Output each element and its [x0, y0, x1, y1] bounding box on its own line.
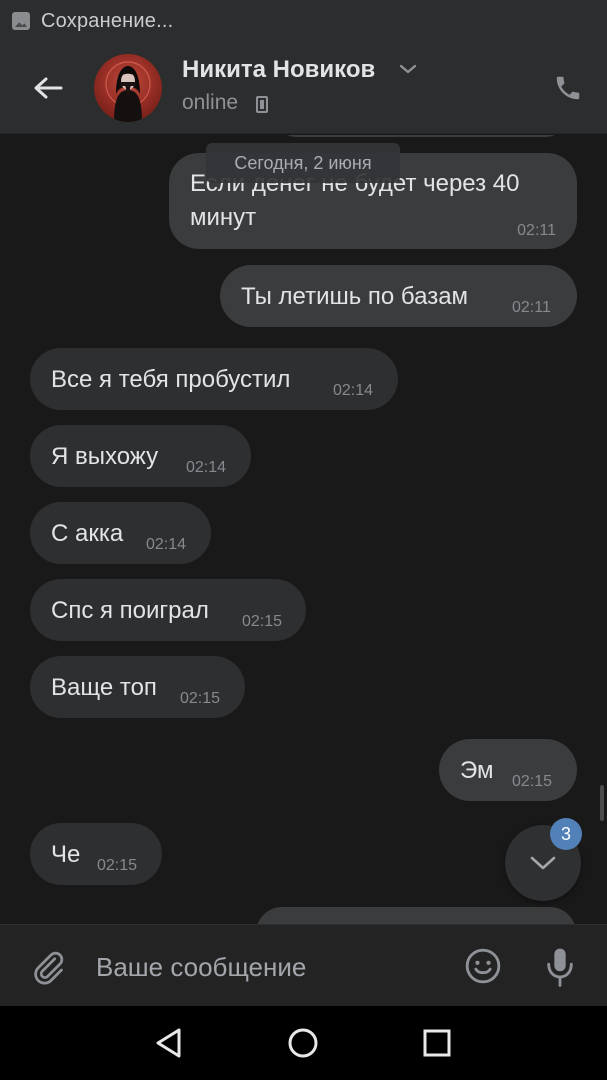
microphone-icon: [547, 948, 573, 987]
status-bar: Сохранение...: [0, 0, 607, 42]
smiley-icon: [465, 948, 501, 984]
message-bubble-incoming[interactable]: С акка 02:14: [30, 502, 211, 564]
message-text: Ты летишь по базам: [241, 283, 469, 310]
message-time: 02:15: [97, 857, 138, 874]
chevron-down-icon: [530, 856, 556, 870]
chat-header: Никита Новиков online: [0, 42, 607, 134]
call-button[interactable]: [548, 68, 588, 108]
message-bubble-incoming[interactable]: Ваще топ 02:15: [30, 656, 245, 718]
message-text: Я выхожу: [51, 443, 159, 470]
message-time: 02:14: [333, 382, 374, 399]
avatar-image: [105, 61, 151, 122]
chevron-down-icon[interactable]: [398, 62, 418, 76]
message-bubble-partial: [256, 907, 576, 924]
message-time: 02:14: [186, 459, 227, 476]
scrollbar[interactable]: [600, 785, 604, 821]
message-input[interactable]: [96, 947, 436, 987]
message-list[interactable]: Сегодня, 2 июня Если денег не будет чере…: [0, 135, 607, 924]
message-bubble-incoming[interactable]: Че 02:15: [30, 823, 162, 885]
unread-count-badge: 3: [550, 818, 582, 850]
nav-home-icon[interactable]: [286, 1026, 320, 1060]
message-bubble-outgoing[interactable]: Эм 02:15: [439, 739, 577, 801]
message-text: Ваще топ: [51, 674, 157, 701]
message-bubble-incoming[interactable]: Я выхожу 02:14: [30, 425, 251, 487]
avatar[interactable]: [94, 54, 162, 122]
message-text: С акка: [51, 520, 124, 547]
paperclip-icon: [34, 951, 64, 985]
message-bubble-partial: [276, 135, 566, 137]
phone-icon: [556, 76, 580, 100]
contact-status: online: [182, 91, 239, 114]
voice-message-button[interactable]: [540, 943, 580, 991]
message-time: 02:15: [180, 690, 221, 707]
image-icon: [12, 12, 30, 30]
mobile-phone-icon: [256, 96, 268, 113]
status-bar-text: Сохранение...: [41, 9, 174, 32]
message-time: 02:11: [517, 222, 556, 239]
message-text: Спс я поиграл: [51, 597, 209, 624]
message-time: 02:11: [512, 299, 551, 316]
message-text: Все я тебя пробустил: [51, 366, 291, 393]
message-bubble-outgoing[interactable]: Ты летишь по базам 02:11: [220, 265, 577, 327]
attach-button[interactable]: [26, 945, 70, 989]
message-text: Че: [51, 841, 81, 868]
date-separator: Сегодня, 2 июня: [206, 143, 400, 183]
message-composer: [0, 924, 607, 1006]
message-bubble-incoming[interactable]: Спс я поиграл 02:15: [30, 579, 306, 641]
message-bubble-incoming[interactable]: Все я тебя пробустил 02:14: [30, 348, 398, 410]
message-text: Эм: [460, 757, 494, 784]
emoji-button[interactable]: [462, 945, 504, 987]
navigation-bar: [0, 1006, 607, 1080]
back-button[interactable]: [26, 68, 70, 108]
nav-back-icon[interactable]: [152, 1026, 186, 1060]
nav-recent-apps-icon[interactable]: [422, 1028, 452, 1058]
message-time: 02:15: [512, 773, 553, 790]
message-time: 02:15: [242, 613, 283, 630]
message-time: 02:14: [146, 536, 187, 553]
back-arrow-icon: [34, 77, 63, 99]
contact-name[interactable]: Никита Новиков: [182, 56, 375, 84]
